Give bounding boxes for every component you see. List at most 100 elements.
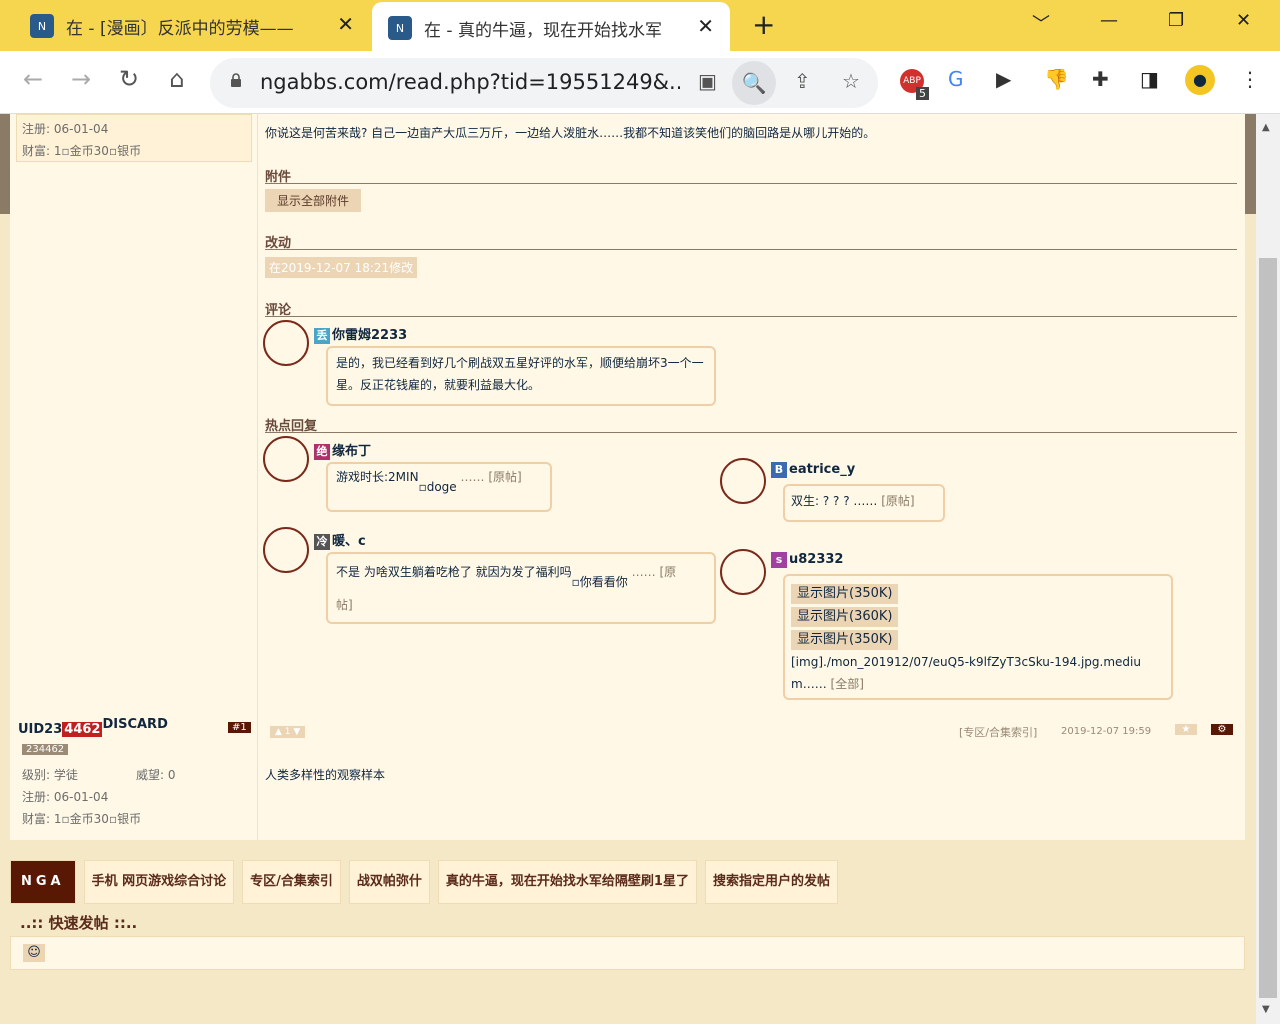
gold-label: 金币 <box>69 144 94 158</box>
username-text: eatrice_y <box>789 462 856 477</box>
reload-icon[interactable]: ↻ <box>112 65 146 93</box>
browser-toolbar: ← → ↻ ⌂ ngabbs.com/read.php?tid=19551249… <box>0 51 1280 114</box>
side-panel-icon[interactable]: ◨ <box>1140 67 1159 91</box>
browser-tab-bar: N 在 - [漫画〕反派中的劳模—— ✕ N 在 - 真的牛逼，现在开始找水军 … <box>0 0 1280 51</box>
vote-buttons[interactable]: ▲ 1 ▼ <box>270 726 306 738</box>
username-text: 缘布丁 <box>332 444 372 459</box>
dislike-extension-icon[interactable]: 👎 <box>1044 67 1069 91</box>
index-link[interactable]: [专区/合集索引] <box>959 724 1037 740</box>
home-icon[interactable]: ⌂ <box>160 65 194 93</box>
edit-timestamp: 在2019-12-07 18:21修改 <box>265 257 418 278</box>
emoji-button[interactable]: ☺ <box>23 944 45 962</box>
uid-highlight: 4462 <box>62 722 103 737</box>
breadcrumb-item[interactable]: 搜索指定用户的发帖 <box>704 860 838 904</box>
comment-username[interactable]: 丢你雷姆2233 <box>314 324 407 344</box>
scrollbar-thumb[interactable] <box>1259 258 1277 998</box>
translate-icon[interactable]: G <box>948 67 964 91</box>
silver-label: 银币 <box>117 144 142 158</box>
user-badge: 冷 <box>314 534 330 550</box>
hot-reply-username[interactable]: s u82332 <box>771 552 843 568</box>
breadcrumb-item[interactable]: 专区/合集索引 <box>242 860 341 904</box>
username-text: 你雷姆2233 <box>332 328 408 343</box>
close-tab-icon[interactable]: ✕ <box>337 12 354 36</box>
broken-image: ▫doge <box>418 480 457 494</box>
page-content: 注册: 06-01-04 财富: 1▫金币30▫银币 你说这是何苦来哉? 自己一… <box>0 114 1256 1024</box>
menu-kebab-icon[interactable]: ⋮ <box>1240 67 1260 91</box>
breadcrumb-item[interactable]: 战双帕弥什 <box>348 860 430 904</box>
profile-avatar-icon[interactable]: ● <box>1185 65 1215 95</box>
blocked-popup-icon[interactable]: ▣ <box>698 69 717 93</box>
show-all-attachments-button[interactable]: 显示全部附件 <box>265 189 362 212</box>
user-badge: s <box>771 552 787 568</box>
breadcrumb-item[interactable]: 手机 网页游戏综合讨论 <box>83 860 235 904</box>
zoom-icon[interactable]: 🔍 <box>732 61 776 105</box>
tab-1[interactable]: N 在 - [漫画〕反派中的劳模—— ✕ <box>0 0 370 51</box>
hot-reply-bubble: 双生: ? ? ? …… [原帖] <box>783 484 945 522</box>
close-tab-icon[interactable]: ✕ <box>697 14 714 38</box>
tab-search-icon[interactable]: ﹀ <box>1032 10 1050 36</box>
avatar[interactable] <box>263 436 309 482</box>
user-nickname: DISCARD <box>102 717 168 732</box>
user-id[interactable]: UID23 4462 DISCARD <box>18 717 168 737</box>
gear-icon[interactable]: ⚙ <box>1211 724 1233 735</box>
floor-number[interactable]: #1 <box>228 722 251 733</box>
wealth: 财富: 1▫金币30▫银币 <box>22 810 141 827</box>
comment-bubble: 是的，我已经看到好几个刷战双五星好评的水军，顺便给崩坏3一个一星。反正花钱雇的，… <box>326 346 716 406</box>
tab-2[interactable]: N 在 - 真的牛逼，现在开始找水军 ✕ <box>372 2 730 51</box>
hot-reply-username[interactable]: 冷暖、c <box>314 530 366 550</box>
minimize-icon[interactable]: — <box>1100 10 1118 31</box>
show-image-button[interactable]: 显示图片(350K) <box>791 584 899 604</box>
avatar[interactable] <box>720 458 766 504</box>
thumbs-up-icon[interactable]: ▲ <box>275 727 285 737</box>
avatar[interactable] <box>263 527 309 573</box>
image-path-text-cont: m…… <box>791 677 827 691</box>
star-icon[interactable]: ★ <box>1175 724 1197 735</box>
original-post-link[interactable]: …… [原 <box>632 565 677 579</box>
close-window-icon[interactable]: ✕ <box>1236 10 1251 31</box>
new-tab-button[interactable]: + <box>752 9 775 41</box>
forward-icon[interactable]: → <box>64 65 98 93</box>
extensions-puzzle-icon[interactable]: ✚ <box>1092 67 1109 91</box>
hot-reply-username[interactable]: 绝缘布丁 <box>314 440 371 460</box>
play-extension-icon[interactable]: ▶ <box>996 67 1011 91</box>
back-icon[interactable]: ← <box>16 65 50 93</box>
tab-title: 在 - 真的牛逼，现在开始找水军 <box>424 21 662 41</box>
silver-icon: ▫ <box>108 144 118 158</box>
bookmark-star-icon[interactable]: ☆ <box>842 69 860 93</box>
image-alt-text: 你看看你 <box>579 575 628 589</box>
post-content: 人类多样性的观察样本 <box>265 768 386 782</box>
show-image-button[interactable]: 显示图片(350K) <box>791 630 899 650</box>
page-shadow-right <box>1245 114 1256 214</box>
image-alt-text: doge <box>426 480 457 494</box>
quick-post-box: ☺ <box>10 936 1245 970</box>
show-image-button[interactable]: 显示图片(360K) <box>791 607 899 627</box>
user-badge: 绝 <box>314 444 330 460</box>
user-badge: 丢 <box>314 328 330 344</box>
register-date: 注册: 06-01-04 <box>22 122 109 136</box>
avatar[interactable] <box>720 549 766 595</box>
quick-post-title: ..:: 快速发帖 ::.. <box>20 914 138 932</box>
share-icon[interactable]: ⇪ <box>794 69 811 93</box>
avatar[interactable] <box>263 320 309 366</box>
silver-icon: ▫ <box>108 812 118 826</box>
original-post-link-cont[interactable]: 帖] <box>336 598 353 612</box>
hot-reply-bubble: 显示图片(350K) 显示图片(360K) 显示图片(350K) [img]./… <box>783 574 1173 700</box>
thumbs-down-icon[interactable]: ▼ <box>291 727 300 737</box>
breadcrumb-nga[interactable]: NGA <box>10 860 76 904</box>
url-text[interactable]: ngabbs.com/read.php?tid=19551249&... <box>260 70 680 94</box>
wealth-label: 财富: 1 <box>22 812 62 826</box>
edit-info-wrap: 在2019-12-07 18:21修改 <box>265 257 418 278</box>
restore-icon[interactable]: ❐ <box>1168 10 1184 31</box>
hot-reply-username[interactable]: Beatrice_y <box>771 462 855 478</box>
scroll-up-arrow-icon[interactable]: ▲ <box>1262 122 1270 133</box>
user-fame: 威望: 0 <box>136 768 176 782</box>
username-text: u82332 <box>789 552 844 567</box>
breadcrumb-item[interactable]: 真的牛逼，现在开始找水军给隔壁刷1星了 <box>437 860 697 904</box>
scroll-down-arrow-icon[interactable]: ▼ <box>1262 1004 1270 1015</box>
show-all-link[interactable]: [全部] <box>831 677 864 691</box>
original-post-link[interactable]: [原帖] <box>881 494 914 508</box>
hot-reply-bubble: 游戏时长:2MIN▫doge …… [原帖] <box>326 462 552 512</box>
edits-header: 改动 <box>265 232 1237 251</box>
original-post-link[interactable]: [原帖] <box>488 470 521 484</box>
address-bar[interactable]: ngabbs.com/read.php?tid=19551249&... ▣ 🔍… <box>210 58 878 108</box>
